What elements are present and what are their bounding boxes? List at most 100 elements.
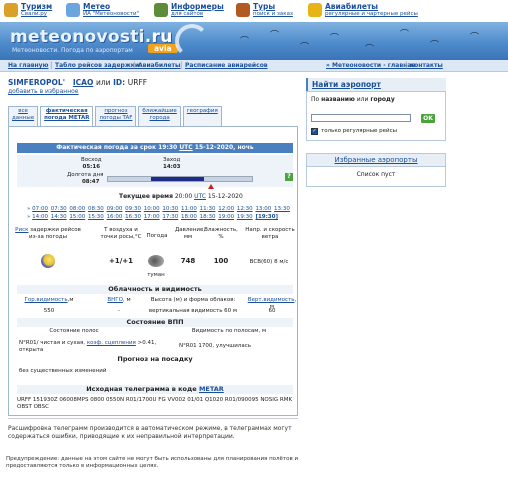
time-link[interactable]: 08:30 <box>88 206 104 212</box>
bird-icon: ⌒ <box>270 31 280 41</box>
topbar-item-tourism[interactable]: Туризм Свали.ру <box>4 2 52 20</box>
time-link[interactable]: 14:00 <box>32 214 48 220</box>
time-link[interactable]: 14:30 <box>51 214 67 220</box>
humidity-header: Влажность, % <box>204 227 238 240</box>
time-link[interactable]: 07:30 <box>51 206 67 212</box>
tab-nearby-cities[interactable]: ближайшие города <box>138 106 181 126</box>
nav-contacts[interactable]: контакты <box>410 62 443 69</box>
vvis-link[interactable]: Верт.видимость <box>248 297 295 303</box>
topbar-title[interactable]: Информеры <box>171 2 224 11</box>
time-link[interactable]: 17:30 <box>162 214 178 220</box>
ok-button[interactable]: OK <box>421 114 435 123</box>
tab-geography[interactable]: география <box>182 106 222 126</box>
time-link[interactable]: 13:00 <box>255 206 271 212</box>
time-link[interactable]: 09:00 <box>107 206 123 212</box>
time-link[interactable]: 18:00 <box>181 214 197 220</box>
tab-metar[interactable]: фактическая погода METAR <box>40 106 94 126</box>
friction-link[interactable]: коэф. сцепления <box>87 340 136 346</box>
vngo-value: - <box>118 308 120 314</box>
time-link[interactable]: [19:30] <box>255 214 278 220</box>
add-favorite-link[interactable]: добавить в избранное <box>8 88 298 95</box>
sunset-block: Заход 14:03 <box>163 157 181 170</box>
vvis-value: 60 <box>268 308 276 314</box>
vngo-header: ВНГО, м <box>107 297 131 303</box>
time-link[interactable]: 17:00 <box>144 214 160 220</box>
station-tabs: все данные фактическая погода METAR прогно… <box>8 106 224 126</box>
runway-vis-header: Видимость по полосам, м <box>191 328 267 334</box>
topbar-item-avia[interactable]: Авиабилеты регулярные и чартерные рейсы <box>308 2 418 20</box>
topbar-sub[interactable]: поиск и заказ <box>253 11 293 18</box>
cloud-header: Высота (м) и форма облаков: <box>150 297 236 303</box>
regular-label: только регулярные рейсы <box>321 128 397 134</box>
topbar-item-tours[interactable]: Туры поиск и заказ <box>236 2 293 20</box>
topbar-sub[interactable]: для сайтов <box>171 11 224 18</box>
hvis-value: 550 <box>43 308 55 314</box>
topbar-title[interactable]: Метео <box>83 2 139 11</box>
time-link[interactable]: 15:30 <box>88 214 104 220</box>
runway-vis-value: N°R01 1700, улучшилась <box>179 343 251 349</box>
help-icon[interactable]: ? <box>285 173 293 181</box>
disclaimer: Предупреждение: данные на этом сайте не … <box>6 456 299 469</box>
bird-icon: ⌒ <box>470 33 480 43</box>
time-link[interactable]: 10:00 <box>144 206 160 212</box>
current-time-marker <box>207 184 214 189</box>
time-link[interactable]: 11:00 <box>181 206 197 212</box>
hvis-link[interactable]: Гор.видимость <box>24 297 67 303</box>
topbar-sub[interactable]: Свали.ру <box>21 11 52 18</box>
time-link[interactable]: 18:30 <box>200 214 216 220</box>
tab-taf[interactable]: прогноз погоды TAF <box>95 106 137 126</box>
time-link[interactable]: 12:00 <box>218 206 234 212</box>
topbar-item-informers[interactable]: Информеры для сайтов <box>154 2 224 20</box>
metar-link[interactable]: METAR <box>199 385 224 393</box>
nav-schedule[interactable]: Расписание авиарейсов <box>185 62 268 69</box>
bird-icon: ⌒ <box>240 37 250 47</box>
raw-title: Исходная телеграмма в коде METAR <box>17 385 293 394</box>
vngo-link[interactable]: ВНГО <box>107 297 123 303</box>
times-row: » 14:00 14:30 15:00 15:30 16:00 16:30 17… <box>27 214 278 220</box>
favorite-airports-title[interactable]: Избранные аэропорты <box>306 153 446 167</box>
time-link[interactable]: 19:00 <box>218 214 234 220</box>
sun-row <box>17 155 293 187</box>
suitcase-icon <box>4 3 18 17</box>
bird-icon: ⌒ <box>430 41 440 51</box>
nav-delays[interactable]: Табло рейсов задержки <box>55 62 139 69</box>
find-airport-title[interactable]: Найти аэропорт <box>306 78 446 91</box>
times-row: » 07:00 07:30 08:00 08:30 09:00 09:30 10… <box>27 206 290 212</box>
raw-telegram: URFF 151930Z 06008MPS 0800 0550N R01/170… <box>17 397 293 410</box>
nav-meteo-home[interactable]: » Метеоновости - главная <box>326 62 415 69</box>
utc-link[interactable]: UTC <box>179 144 192 151</box>
topbar-title[interactable]: Туры <box>253 2 293 11</box>
time-link[interactable]: 08:00 <box>69 206 85 212</box>
time-link[interactable]: 10:30 <box>162 206 178 212</box>
time-link[interactable]: 09:30 <box>125 206 141 212</box>
informer-icon <box>154 3 168 17</box>
airport-search-input[interactable] <box>311 114 411 122</box>
regular-checkbox[interactable]: ✓ <box>311 128 318 135</box>
time-link[interactable]: 19:30 <box>237 214 253 220</box>
risk-link[interactable]: Риск <box>15 227 28 233</box>
time-link[interactable]: 16:00 <box>107 214 123 220</box>
time-link[interactable]: 07:00 <box>32 206 48 212</box>
station-id: URFF <box>127 78 148 87</box>
time-link[interactable]: 12:30 <box>237 206 253 212</box>
nav-separator: | <box>133 61 136 69</box>
nav-home[interactable]: На главную <box>8 62 48 69</box>
tab-all-data[interactable]: все данные <box>8 106 39 126</box>
topbar-item-meteo[interactable]: Метео ИА "Метеоновости" <box>66 2 139 20</box>
utc-link[interactable]: UTC <box>194 193 206 200</box>
topbar-sub[interactable]: ИА "Метеоновости" <box>83 11 139 18</box>
topbar-title[interactable]: Туризм <box>21 2 52 11</box>
landing-value: без существенных изменений <box>19 368 107 374</box>
topbar-title[interactable]: Авиабилеты <box>325 2 418 11</box>
bird-icon: ⌒ <box>365 45 375 55</box>
plane-icon <box>308 3 322 17</box>
observation-times: » 07:00 07:30 08:00 08:30 09:00 09:30 10… <box>27 205 297 221</box>
icao-link[interactable]: ICAO <box>73 78 93 87</box>
time-link[interactable]: 16:30 <box>125 214 141 220</box>
nav-avia[interactable]: Авиабилеты <box>138 62 180 69</box>
time-link[interactable]: 11:30 <box>200 206 216 212</box>
daylength-block: Долгота дня 08:47 <box>67 172 104 185</box>
time-link[interactable]: 13:30 <box>274 206 290 212</box>
time-link[interactable]: 15:00 <box>69 214 85 220</box>
topbar-sub[interactable]: регулярные и чартерные рейсы <box>325 11 418 18</box>
